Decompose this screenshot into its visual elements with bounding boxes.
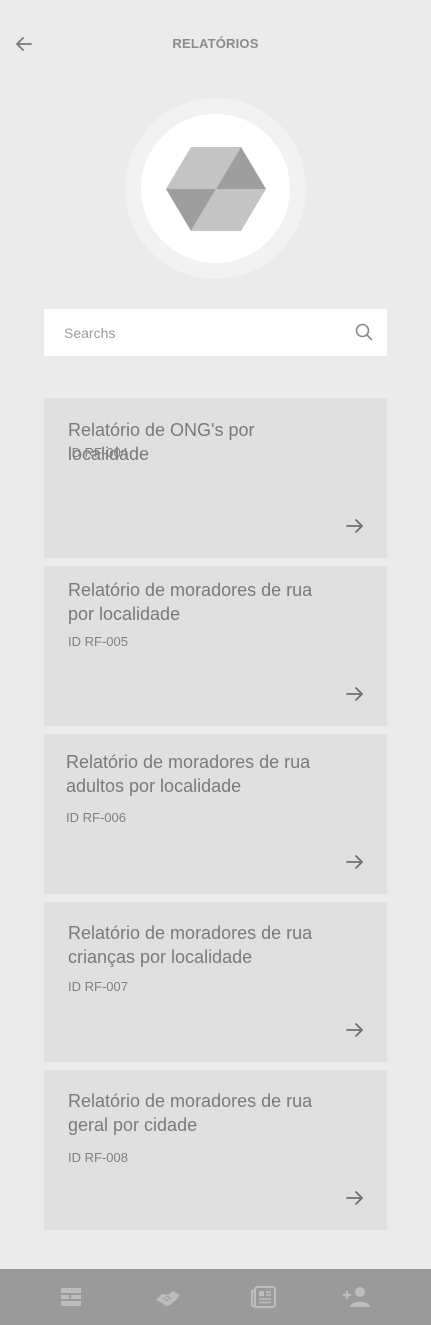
report-id: ID RF-004 [68, 445, 128, 460]
arrow-right-icon[interactable] [345, 684, 365, 704]
search-input[interactable] [44, 309, 334, 356]
add-person-icon [343, 1287, 370, 1307]
report-card-rf-006[interactable]: Relatório de moradores de rua adultos po… [44, 734, 387, 894]
report-card-rf-007[interactable]: Relatório de moradores de rua crianças p… [44, 902, 387, 1062]
report-title: Relatório de moradores de rua crianças p… [68, 923, 313, 967]
report-card-rf-005[interactable]: Relatório de moradores de rua por locali… [44, 566, 387, 726]
handshake-icon [156, 1291, 180, 1306]
cube-logo-icon [165, 146, 266, 231]
nav-item-dashboard[interactable] [23, 1269, 119, 1325]
nav-item-partners[interactable] [120, 1269, 216, 1325]
report-id: ID RF-006 [66, 810, 126, 825]
reports-screen: RELATÓRIOS Relatório de ONG's por locali… [0, 0, 431, 1325]
nav-item-add-person[interactable] [308, 1269, 404, 1325]
newspaper-icon [251, 1286, 276, 1308]
arrow-right-icon[interactable] [345, 1020, 365, 1040]
report-id: ID RF-007 [68, 979, 128, 994]
search-icon[interactable] [355, 323, 373, 341]
report-id: ID RF-005 [68, 634, 128, 649]
logo-circle [141, 114, 290, 263]
report-title: Relatório de moradores de rua geral por … [68, 1091, 313, 1135]
bottom-nav [0, 1269, 431, 1325]
report-card-rf-008[interactable]: Relatório de moradores de rua geral por … [44, 1070, 387, 1230]
report-card-rf-004[interactable]: Relatório de ONG's por localidade ID RF-… [44, 398, 387, 558]
arrow-right-icon[interactable] [345, 516, 365, 536]
search-bar [44, 309, 387, 356]
report-title: Relatório de moradores de rua adultos po… [66, 752, 311, 796]
page-title: RELATÓRIOS [172, 36, 259, 51]
dashboard-list-icon [61, 1288, 81, 1306]
report-title: Relatório de moradores de rua por locali… [68, 580, 313, 624]
logo-badge [125, 98, 306, 279]
arrow-right-icon[interactable] [345, 852, 365, 872]
arrow-right-icon[interactable] [345, 1188, 365, 1208]
report-id: ID RF-008 [68, 1150, 128, 1165]
nav-item-news[interactable] [215, 1269, 311, 1325]
